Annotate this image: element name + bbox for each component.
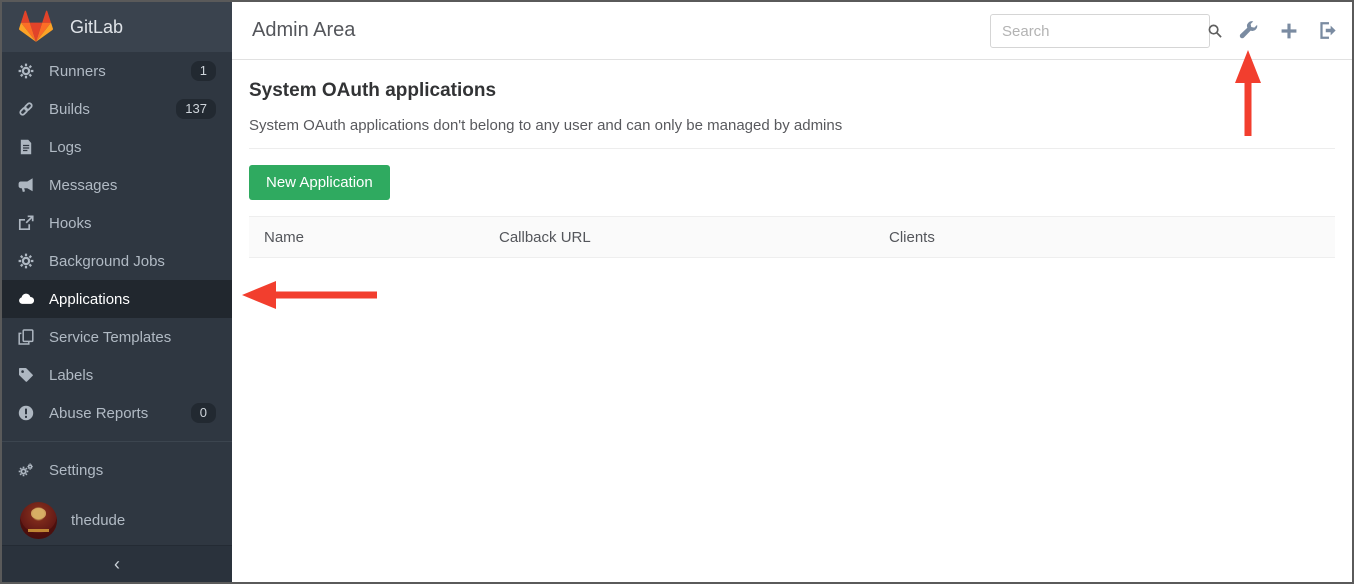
sidebar-item-labels[interactable]: Labels — [2, 356, 232, 394]
column-header-clients: Clients — [874, 229, 1335, 246]
new-application-button[interactable]: New Application — [249, 165, 390, 200]
section-divider — [249, 148, 1335, 149]
chevron-left-icon: ‹ — [114, 554, 120, 575]
admin-wrench-icon[interactable] — [1239, 21, 1258, 40]
runners-count-badge: 1 — [191, 61, 216, 81]
search-input[interactable] — [991, 23, 1207, 40]
sidebar-item-logs[interactable]: Logs — [2, 128, 232, 166]
sidebar-item-label: Service Templates — [49, 329, 171, 346]
topbar-icon-group — [1239, 2, 1338, 59]
sidebar-item-settings[interactable]: Settings — [2, 451, 232, 489]
sidebar-item-label: Labels — [49, 367, 93, 384]
applications-table-header: Name Callback URL Clients — [249, 216, 1335, 258]
cog-icon — [18, 253, 34, 269]
search-icon[interactable] — [1207, 23, 1223, 39]
sidebar-item-builds[interactable]: Builds 137 — [2, 90, 232, 128]
sidebar-item-hooks[interactable]: Hooks — [2, 204, 232, 242]
main-content: System OAuth applications System OAuth a… — [232, 60, 1352, 582]
cloud-icon — [18, 291, 34, 307]
sidebar-item-label: Applications — [49, 291, 130, 308]
sidebar-divider — [2, 441, 232, 442]
sign-out-icon[interactable] — [1319, 21, 1338, 40]
sidebar-collapse-button[interactable]: ‹ — [2, 545, 232, 582]
topbar: Admin Area — [232, 2, 1352, 60]
sidebar-item-label: Abuse Reports — [49, 405, 148, 422]
column-header-callback-url: Callback URL — [484, 229, 874, 246]
user-name: thedude — [71, 512, 125, 529]
sidebar-item-messages[interactable]: Messages — [2, 166, 232, 204]
chain-link-icon — [18, 101, 34, 117]
sidebar-item-label: Runners — [49, 63, 106, 80]
section-heading: System OAuth applications — [249, 80, 1335, 102]
gitlab-admin-window: GitLab Runners 1 Builds 137 — [0, 0, 1354, 584]
abuse-reports-count-badge: 0 — [191, 403, 216, 423]
cog-icon — [18, 63, 34, 79]
logo-text: GitLab — [70, 17, 123, 38]
gitlab-tanuki-logo-icon — [18, 10, 54, 44]
external-link-icon — [18, 215, 34, 231]
sidebar-item-label: Messages — [49, 177, 117, 194]
sidebar-item-abuse-reports[interactable]: Abuse Reports 0 — [2, 394, 232, 432]
sidebar-item-service-templates[interactable]: Service Templates — [2, 318, 232, 356]
sidebar: GitLab Runners 1 Builds 137 — [2, 2, 232, 582]
sidebar-nav: Runners 1 Builds 137 Logs Me — [2, 52, 232, 547]
sidebar-item-label: Background Jobs — [49, 253, 165, 270]
bullhorn-icon — [18, 177, 34, 193]
section-description: System OAuth applications don't belong t… — [249, 117, 1335, 134]
sidebar-item-label: Logs — [49, 139, 82, 156]
sidebar-item-background-jobs[interactable]: Background Jobs — [2, 242, 232, 280]
sidebar-item-runners[interactable]: Runners 1 — [2, 52, 232, 90]
search-box — [990, 14, 1210, 48]
builds-count-badge: 137 — [176, 99, 216, 119]
user-avatar — [20, 502, 57, 539]
file-text-icon — [18, 139, 34, 155]
exclamation-circle-icon — [18, 405, 34, 421]
tag-icon — [18, 367, 34, 383]
sidebar-item-label: Settings — [49, 462, 103, 479]
cogs-icon — [18, 462, 34, 478]
page-title: Admin Area — [252, 2, 355, 59]
sidebar-item-label: Hooks — [49, 215, 92, 232]
new-plus-icon[interactable] — [1279, 21, 1298, 40]
sidebar-item-applications[interactable]: Applications — [2, 280, 232, 318]
sidebar-header[interactable]: GitLab — [2, 2, 232, 52]
sidebar-item-label: Builds — [49, 101, 90, 118]
column-header-name: Name — [249, 229, 484, 246]
sidebar-user-profile[interactable]: thedude — [2, 493, 232, 547]
copy-icon — [18, 329, 34, 345]
